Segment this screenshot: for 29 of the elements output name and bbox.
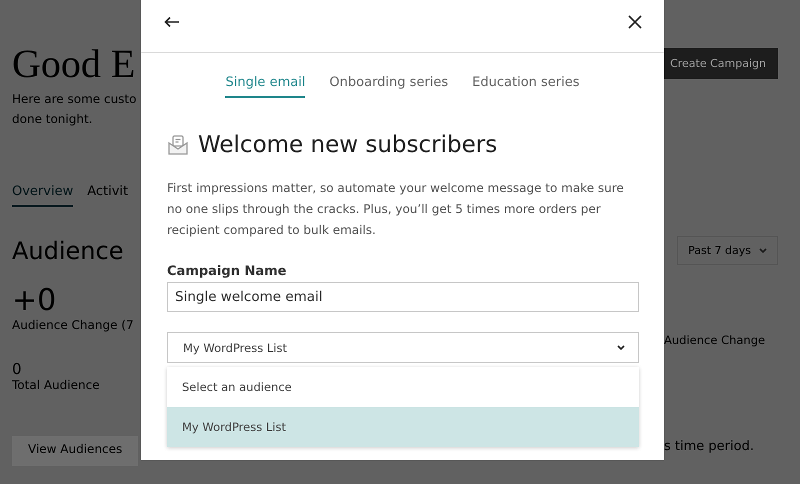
stat-label: Audience Change (7 [12, 318, 134, 332]
chevron-down-icon [759, 248, 767, 254]
intro-text: done tonight. [12, 111, 94, 128]
greeting-heading: Good E [12, 40, 136, 87]
audience-option[interactable]: My WordPress List [167, 407, 639, 447]
period-dropdown[interactable]: Past 7 days [677, 236, 778, 265]
chevron-down-icon [617, 344, 625, 350]
view-audiences-button[interactable]: View Audiences [12, 436, 138, 466]
stat-value: 0 [12, 360, 22, 378]
page-tab[interactable]: Activit [87, 184, 128, 207]
stat-label: Audience Change [664, 333, 766, 347]
modal-title: Welcome new subscribers [198, 132, 498, 158]
envelope-icon [167, 134, 189, 156]
stat-label: Total Audience [12, 378, 100, 392]
field-label: Campaign Name [167, 264, 288, 279]
stat-value: +0 [12, 283, 56, 318]
campaign-tab[interactable]: Onboarding series [329, 75, 448, 98]
note-text: s time period. [664, 439, 754, 454]
section-title: Audience [12, 237, 124, 265]
audience-select[interactable]: My WordPress List [167, 332, 639, 363]
campaign-tab[interactable]: Single email [225, 75, 306, 98]
description-text: First impressions matter, so automate your welcome message to make sure no one slips through the cracks. Plus, you’ll get 5 times more orders per recipient compared to bulk emails. [167, 180, 625, 239]
page-tab[interactable]: Overview [12, 184, 74, 207]
campaign-tab[interactable]: Education series [472, 75, 580, 98]
audience-option[interactable]: Select an audience [167, 367, 639, 407]
close-icon[interactable] [628, 15, 642, 29]
back-arrow-icon[interactable] [164, 16, 180, 28]
intro-text: Here are some custo [12, 91, 136, 108]
campaign-name-field[interactable]: Single welcome email [167, 282, 639, 312]
